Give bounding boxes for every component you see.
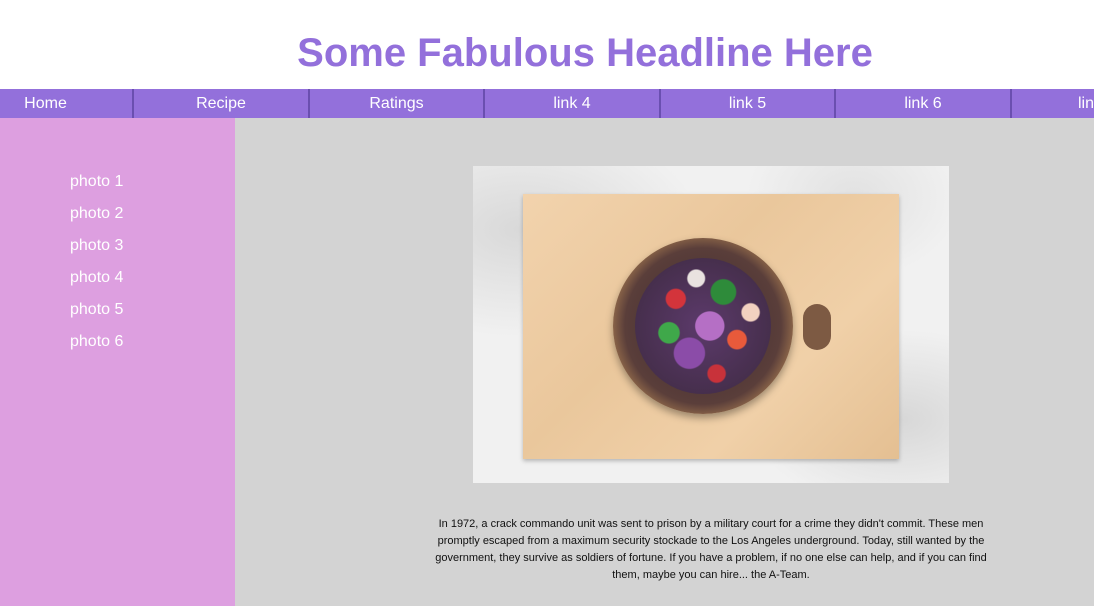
nav-ratings[interactable]: Ratings <box>310 89 483 118</box>
nav-link-7[interactable]: link 7 <box>1078 89 1094 118</box>
sidebar: photo 1 photo 2 photo 3 photo 4 photo 5 … <box>0 118 235 606</box>
nav-divider <box>1010 89 1012 118</box>
nav-link-4[interactable]: link 4 <box>485 89 659 118</box>
sidebar-item-photo-2[interactable]: photo 2 <box>70 204 123 236</box>
page-headline: Some Fabulous Headline Here <box>297 31 873 75</box>
salad <box>635 258 771 394</box>
sidebar-item-photo-1[interactable]: photo 1 <box>70 172 123 204</box>
bowl-handle-right <box>803 304 831 350</box>
sidebar-item-photo-4[interactable]: photo 4 <box>70 268 123 300</box>
sidebar-item-photo-6[interactable]: photo 6 <box>70 332 123 364</box>
sidebar-item-photo-3[interactable]: photo 3 <box>70 236 123 268</box>
sidebar-list: photo 1 photo 2 photo 3 photo 4 photo 5 … <box>70 172 123 364</box>
nav-link-5[interactable]: link 5 <box>661 89 834 118</box>
top-nav: Home Recipe Ratings link 4 link 5 link 6… <box>0 89 1094 118</box>
salad-bowl-photo <box>473 166 949 483</box>
nav-link-6[interactable]: link 6 <box>836 89 1010 118</box>
main-content: In 1972, a crack commando unit was sent … <box>235 118 1094 606</box>
salad-bowl <box>613 238 793 414</box>
body-paragraph: In 1972, a crack commando unit was sent … <box>435 518 987 581</box>
nav-recipe[interactable]: Recipe <box>134 89 308 118</box>
nav-home[interactable]: Home <box>0 89 91 118</box>
sidebar-item-photo-5[interactable]: photo 5 <box>70 300 123 332</box>
page-header: Some Fabulous Headline Here <box>0 0 1094 89</box>
cutting-board <box>523 194 899 459</box>
